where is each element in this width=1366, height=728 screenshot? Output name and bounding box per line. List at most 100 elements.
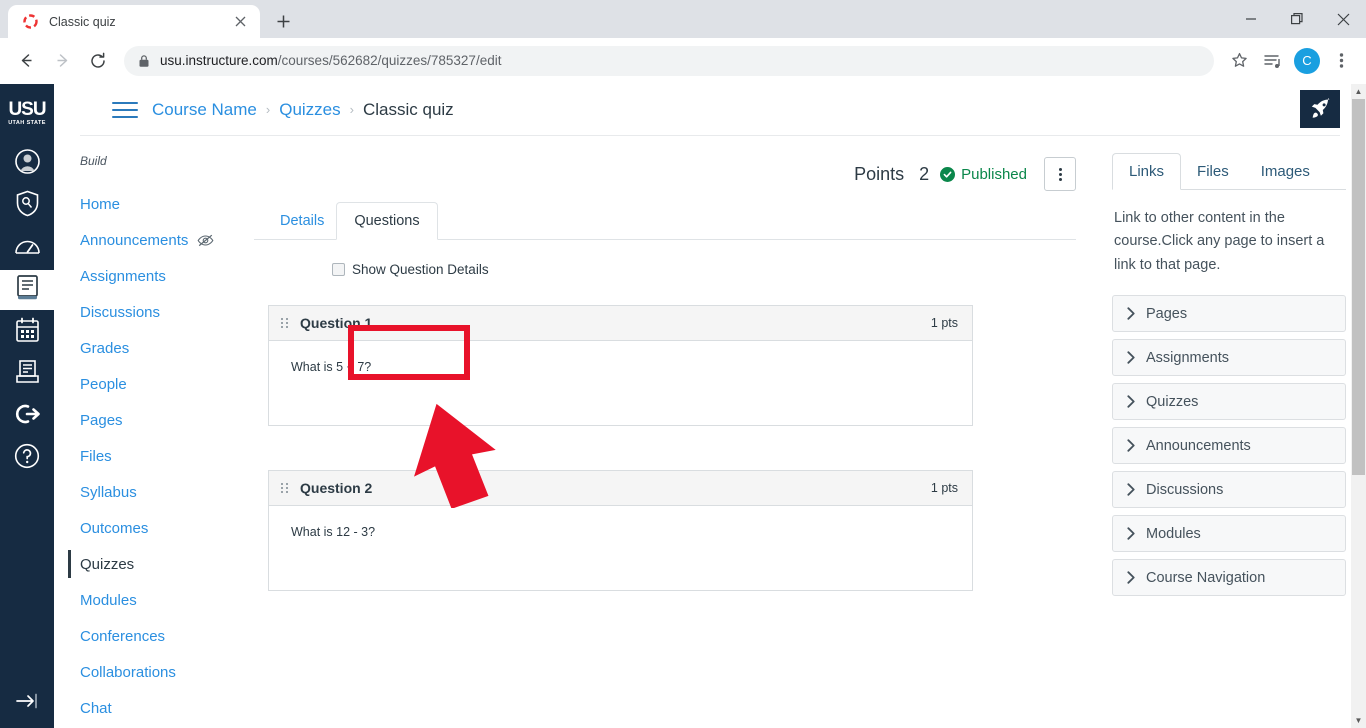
speedometer-icon (14, 235, 41, 262)
sidebar-item-conferences[interactable]: Conferences (80, 618, 226, 654)
accordion-item-assignments[interactable]: Assignments (1112, 339, 1346, 377)
sidebar-item-label: Outcomes (80, 519, 149, 537)
scrollbar-thumb[interactable] (1352, 99, 1365, 475)
check-circle-icon (940, 166, 956, 182)
accordion-label: Quizzes (1146, 393, 1199, 410)
accordion-label: Discussions (1146, 481, 1224, 498)
rail-item-inbox[interactable] (0, 354, 54, 394)
sidebar-item-label: Syllabus (80, 483, 137, 501)
url-host: usu.instructure.com (160, 53, 278, 68)
sidebar-item-files[interactable]: Files (80, 438, 226, 474)
accordion-item-quizzes[interactable]: Quizzes (1112, 383, 1346, 421)
accordion-label: Assignments (1146, 349, 1230, 366)
sidebar-item-discussions[interactable]: Discussions (80, 294, 226, 330)
profile-avatar[interactable]: C (1292, 46, 1322, 76)
new-tab-button[interactable] (268, 6, 298, 36)
sidebar-item-label: Grades (80, 339, 130, 357)
shield-key-icon (15, 190, 40, 222)
sidebar-item-collaborations[interactable]: Collaborations (80, 654, 226, 690)
quiz-options-button[interactable] (1044, 157, 1076, 191)
accordion-item-announcements[interactable]: Announcements (1112, 427, 1346, 465)
breadcrumb-item-course[interactable]: Course Name (152, 100, 257, 120)
rocket-icon[interactable] (1300, 90, 1340, 128)
breadcrumb: Course Name › Quizzes › Classic quiz (152, 100, 454, 120)
sidebar-item-outcomes[interactable]: Outcomes (80, 510, 226, 546)
page-scrollbar[interactable]: ▲ ▼ (1351, 84, 1366, 728)
sidebar-item-assignments[interactable]: Assignments (80, 258, 226, 294)
reading-list-icon[interactable] (1258, 46, 1288, 76)
sidebar-item-label: Modules (80, 591, 137, 609)
tab-questions[interactable]: Questions (336, 202, 438, 240)
rail-item-admin[interactable] (0, 186, 54, 226)
drag-handle-icon[interactable] (281, 483, 288, 493)
usu-logo[interactable]: USU UTAH STATE (4, 92, 50, 134)
accordion-label: Course Navigation (1146, 569, 1266, 586)
breadcrumb-item-quizzes[interactable]: Quizzes (279, 100, 340, 120)
question-mark-icon (14, 443, 40, 474)
scroll-up-icon[interactable]: ▲ (1355, 84, 1363, 99)
sidebar-item-grades[interactable]: Grades (80, 330, 226, 366)
sidebar-item-announcements[interactable]: Announcements (80, 222, 226, 258)
browser-menu-icon[interactable] (1326, 46, 1356, 76)
tab-links[interactable]: Links (1112, 153, 1182, 190)
sidebar-item-label: Quizzes (80, 555, 135, 573)
sidebar-item-people[interactable]: People (80, 366, 226, 402)
rail-item-dashboard[interactable] (0, 228, 54, 268)
sidebar-tabs: Links Files Images (1112, 150, 1346, 190)
forward-arrow-icon[interactable] (46, 45, 78, 77)
address-bar-text: usu.instructure.com/courses/562682/quizz… (160, 53, 1200, 68)
collapse-arrow-icon[interactable] (0, 678, 54, 724)
scrollbar-track[interactable] (1351, 99, 1366, 713)
sidebar-item-label: Discussions (80, 303, 161, 321)
show-question-details-label: Show Question Details (352, 262, 489, 277)
sidebar-item-syllabus[interactable]: Syllabus (80, 474, 226, 510)
question-text: What is 5 + 7? (291, 360, 372, 374)
close-icon[interactable] (1320, 0, 1366, 38)
rail-item-help[interactable] (0, 438, 54, 478)
accordion-item-modules[interactable]: Modules (1112, 515, 1346, 553)
accordion-item-discussions[interactable]: Discussions (1112, 471, 1346, 509)
show-question-details-row[interactable]: Show Question Details (332, 262, 1076, 277)
sidebar-item-home[interactable]: Home (80, 186, 226, 222)
rail-item-calendar[interactable] (0, 312, 54, 352)
points-label: Points (854, 163, 905, 184)
chevron-right-icon (1127, 395, 1135, 409)
calendar-icon (15, 317, 40, 348)
tab-details[interactable]: Details (268, 213, 336, 239)
reload-icon[interactable] (82, 45, 114, 77)
sidebar-item-label: Assignments (80, 267, 166, 285)
question-title: Question 2 (300, 480, 373, 496)
accordion-label: Modules (1146, 525, 1201, 542)
tab-files[interactable]: Files (1181, 154, 1245, 189)
sidebar-item-chat[interactable]: Chat (80, 690, 226, 726)
page-body: Build Home Announcements Assignments Dis… (54, 136, 1366, 728)
question-card: Question 1 1 pts What is 5 + 7? (268, 305, 973, 426)
sidebar-item-label: Announcements (80, 231, 189, 249)
rail-item-account[interactable] (0, 144, 54, 184)
accordion-item-course-navigation[interactable]: Course Navigation (1112, 559, 1346, 597)
hamburger-icon[interactable] (112, 100, 138, 120)
scroll-down-icon[interactable]: ▼ (1355, 713, 1363, 728)
back-arrow-icon[interactable] (10, 45, 42, 77)
drag-handle-icon[interactable] (281, 318, 288, 328)
close-icon[interactable] (230, 12, 250, 32)
rail-item-courses[interactable] (0, 270, 54, 310)
eye-slash-icon (197, 234, 214, 247)
quiz-tabs: Details Questions (254, 202, 1076, 240)
status-badge: Published (940, 166, 1027, 183)
address-bar[interactable]: usu.instructure.com/courses/562682/quizz… (124, 45, 1214, 76)
sidebar-item-quizzes[interactable]: Quizzes (68, 546, 226, 582)
sidebar-item-modules[interactable]: Modules (80, 582, 226, 618)
show-question-details-checkbox[interactable] (332, 263, 345, 276)
accordion-item-pages[interactable]: Pages (1112, 295, 1346, 333)
rail-item-logout[interactable] (0, 396, 54, 436)
tab-images[interactable]: Images (1245, 154, 1326, 189)
chevron-right-icon (1127, 439, 1135, 453)
book-icon (15, 274, 40, 306)
sidebar-item-pages[interactable]: Pages (80, 402, 226, 438)
browser-tab[interactable]: Classic quiz (8, 5, 260, 38)
minimize-icon[interactable] (1228, 0, 1274, 38)
restore-icon[interactable] (1274, 0, 1320, 38)
question-list: Question 1 1 pts What is 5 + 7? Question… (254, 305, 1076, 591)
star-icon[interactable] (1224, 46, 1254, 76)
